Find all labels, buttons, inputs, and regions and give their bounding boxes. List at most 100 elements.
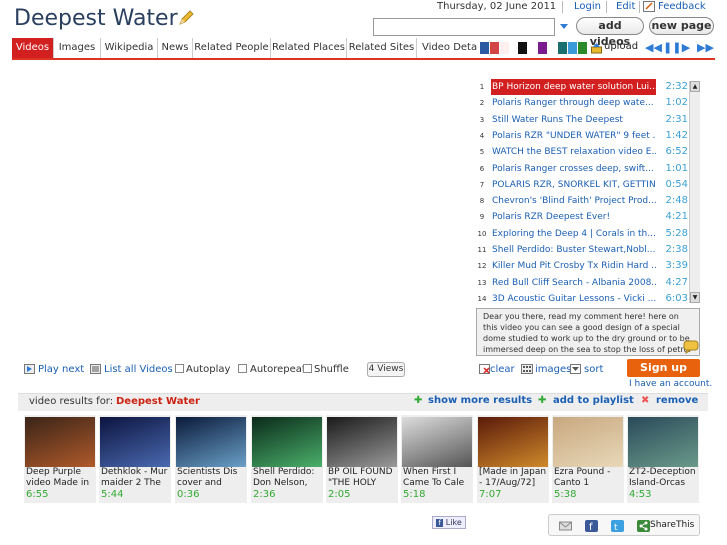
playlist-item[interactable]: 4 Polaris RZR "UNDER WATER" 9 feet ... 1:4… [475,128,688,144]
playlist-item-title[interactable]: Polaris RZR "UNDER WATER" 9 feet ... [491,128,656,144]
remove-link[interactable]: remove [656,395,698,406]
login-link[interactable]: Login [574,1,601,12]
playlist-item-title[interactable]: WATCH the BEST relaxation video E... [491,144,656,160]
video-result-title[interactable]: Deep Purple video Made in [26,467,96,489]
sharethis-icon[interactable] [637,520,650,532]
video-result-thumb[interactable]: BP OIL FOUND "THE HOLY 2:05 [326,415,398,503]
playlist-item-title[interactable]: Polaris Ranger through deep wate... [491,95,656,111]
playlist-item-title[interactable]: Red Bull Cliff Search - Albania 2008... [491,275,656,291]
video-result-title[interactable]: ZT2-Deception Island-Orcas [629,467,699,489]
tab-video-details[interactable]: Video Deta [417,38,477,58]
color-swatch[interactable] [538,42,547,54]
color-swatch[interactable] [578,42,587,54]
clear-icon[interactable] [479,364,490,374]
add-to-playlist-link[interactable]: add to playlist [553,395,634,406]
scroll-down-icon[interactable]: ▼ [690,292,700,303]
video-thumbnail-image[interactable] [628,417,698,467]
facebook-icon[interactable]: f [585,520,598,532]
feedback-link[interactable]: Feedback [658,1,706,12]
images-grid-icon[interactable] [521,364,533,374]
playlist-item-title[interactable]: Exploring the Deep 4 | Corals in th... [491,226,656,242]
playlist-item[interactable]: 13 Red Bull Cliff Search - Albania 2008..… [475,275,688,291]
feedback-icon[interactable] [643,1,655,12]
video-result-title[interactable]: Ezra Pound - Canto 1 [554,467,624,489]
pause-icon[interactable]: ❚❚ [663,42,681,54]
playlist-item[interactable]: 7 POLARIS RZR, SNORKEL KIT, GETTIN... 0:54 [475,177,688,193]
playlist-item[interactable]: 8 Chevron's 'Blind Faith' Project Prod...… [475,193,688,209]
playlist-item-title[interactable]: BP Horizon deep water solution Lui... [491,79,656,95]
rewind-icon[interactable]: ◀◀ [645,42,662,54]
video-thumbnail-image[interactable] [402,417,472,467]
video-thumbnail-image[interactable] [553,417,623,467]
upload-icon[interactable] [591,43,602,54]
playlist-item-title[interactable]: 3D Acoustic Guitar Lessons - Vicki ... [491,291,656,307]
comment-box[interactable]: Dear you there, read my comment here! he… [476,308,700,356]
new-page-button[interactable]: new page [649,17,714,35]
video-result-thumb[interactable]: Deep Purple video Made in 6:55 [24,415,96,503]
facebook-like-button[interactable]: f Like [432,516,466,529]
sharethis-label[interactable]: ShareThis [650,520,694,530]
comment-bubble-icon[interactable] [683,340,699,354]
fast-forward-icon[interactable]: ▶▶ [697,42,714,54]
playlist-item-title[interactable]: Polaris Ranger crosses deep, swift... [491,161,656,177]
playlist-item-title[interactable]: Still Water Runs The Deepest [491,112,656,128]
video-thumbnail-image[interactable] [478,417,548,467]
edit-title-pencil-icon[interactable] [178,10,194,26]
playlist-item[interactable]: 9 Polaris RZR Deepest Ever! 4:21 [475,209,688,225]
video-thumbnail-image[interactable] [176,417,246,467]
sort-link[interactable]: sort [584,364,603,375]
show-more-results-link[interactable]: show more results [428,395,532,406]
tab-related-sites[interactable]: Related Sites [347,38,417,58]
playlist-item-title[interactable]: Killer Mud Pit Crosby Tx Ridin Hard ... [491,258,656,274]
video-result-thumb[interactable]: Scientists Dis cover and 0:36 [175,415,247,503]
video-result-title[interactable]: BP OIL FOUND "THE HOLY [328,467,398,489]
search-input[interactable] [373,18,555,36]
video-result-thumb[interactable]: Shell Perdido: Don Nelson, 2:36 [251,415,323,503]
color-swatch[interactable] [500,42,509,54]
autoplay-checkbox[interactable] [175,364,184,373]
playlist-item-title[interactable]: POLARIS RZR, SNORKEL KIT, GETTIN... [491,177,656,193]
clear-link[interactable]: clear [490,364,515,375]
video-thumbnail-image[interactable] [100,417,170,467]
playlist-item[interactable]: 10 Exploring the Deep 4 | Corals in th...… [475,226,688,242]
play-next-icon[interactable] [24,364,35,374]
video-thumbnail-image[interactable] [252,417,322,467]
video-result-title[interactable]: When First I Came To Cale [403,467,473,489]
playlist-item[interactable]: 14 3D Acoustic Guitar Lessons - Vicki ...… [475,291,688,307]
tab-videos[interactable]: Videos [12,38,54,58]
upload-link[interactable]: upload [604,41,638,52]
images-link[interactable]: images [535,364,571,375]
video-result-thumb[interactable]: ZT2-Deception Island-Orcas 4:53 [627,415,699,503]
video-result-thumb[interactable]: Ezra Pound - Canto 1 5:38 [552,415,624,503]
sign-up-button[interactable]: Sign up [627,359,700,377]
email-icon[interactable] [559,520,572,532]
tab-wikipedia[interactable]: Wikipedia [101,38,158,58]
playlist-item-title[interactable]: Chevron's 'Blind Faith' Project Prod... [491,193,656,209]
playlist-item[interactable]: 5 WATCH the BEST relaxation video E... 6:5… [475,144,688,160]
video-result-thumb[interactable]: Dethklok - Mur maider 2 The 5:44 [99,415,171,503]
video-result-thumb[interactable]: When First I Came To Cale 5:18 [401,415,473,503]
playlist-item[interactable]: 11 Shell Perdido: Buster Stewart,Nobl... 2… [475,242,688,258]
playlist-item-title[interactable]: Shell Perdido: Buster Stewart,Nobl... [491,242,656,258]
playlist-item[interactable]: 6 Polaris Ranger crosses deep, swift... 1:… [475,161,688,177]
playlist-item[interactable]: 12 Killer Mud Pit Crosby Tx Ridin Hard ..… [475,258,688,274]
tab-related-people[interactable]: Related People [193,38,271,58]
color-swatch[interactable] [568,42,577,54]
list-all-videos-link[interactable]: List all Videos [104,364,173,375]
video-result-title[interactable]: Scientists Dis cover and [177,467,247,489]
color-swatch[interactable] [558,42,567,54]
video-result-title[interactable]: Dethklok - Mur maider 2 The [101,467,171,489]
color-swatch[interactable] [518,42,527,54]
video-thumbnail-image[interactable] [327,417,397,467]
playlist-item-title[interactable]: Polaris RZR Deepest Ever! [491,209,656,225]
twitter-icon[interactable]: t [611,520,624,532]
video-player[interactable] [14,67,474,357]
sort-icon[interactable] [570,364,581,374]
tab-related-places[interactable]: Related Places [271,38,347,58]
play-next-link[interactable]: Play next [38,364,84,375]
search-dropdown-arrow-icon[interactable] [559,21,569,31]
scroll-up-icon[interactable]: ▲ [690,81,700,92]
edit-link[interactable]: Edit [616,1,635,12]
shuffle-checkbox[interactable] [303,364,312,373]
add-videos-button[interactable]: add videos [576,17,644,48]
